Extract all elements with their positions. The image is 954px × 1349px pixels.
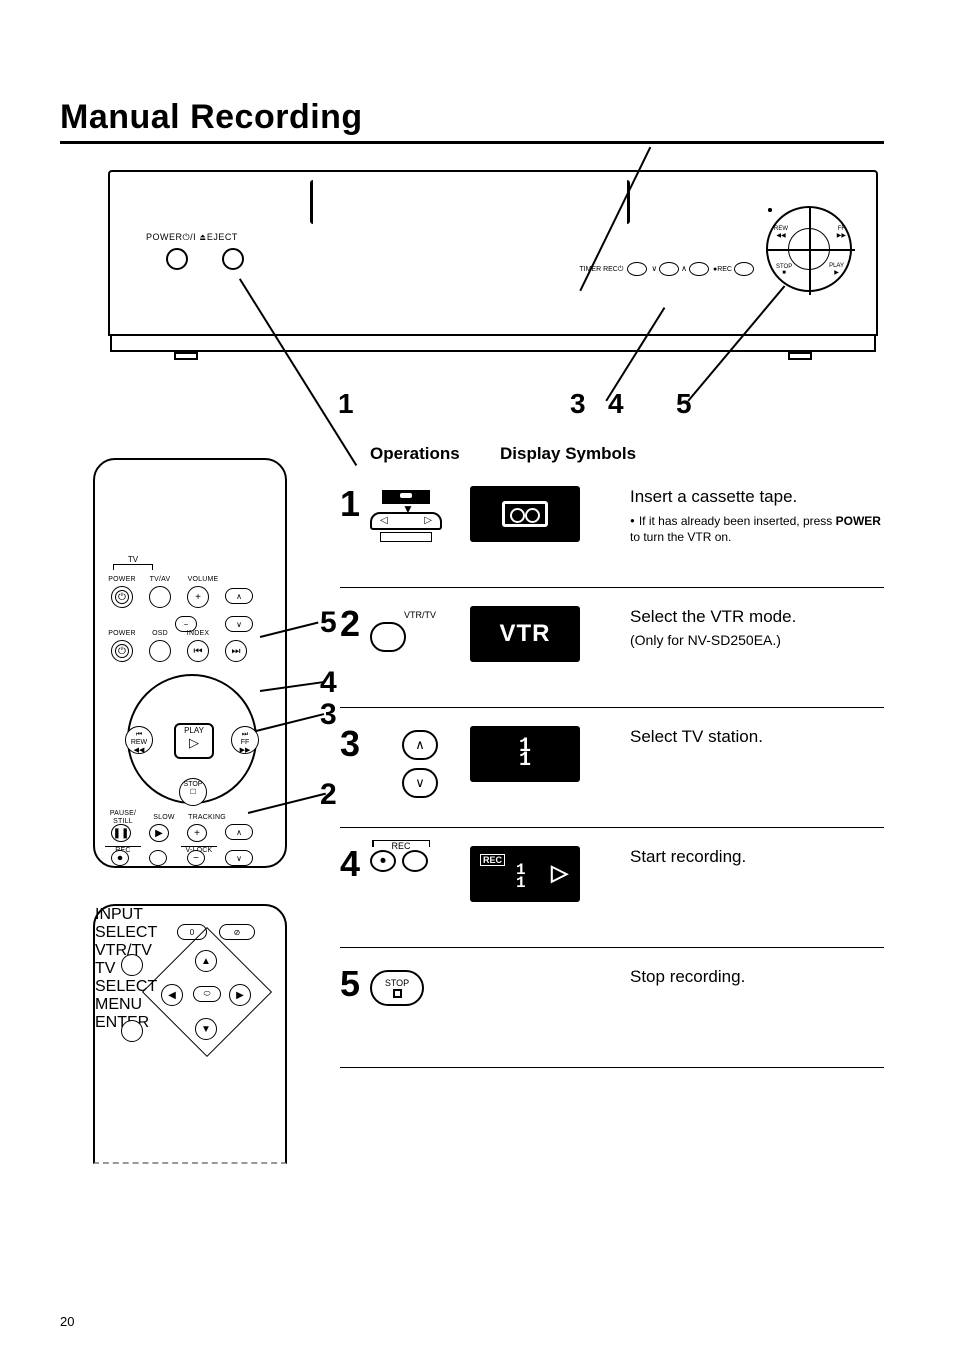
cassette-slot [310, 180, 630, 224]
tvav-button [149, 586, 171, 608]
vol-up-button: + [187, 586, 209, 608]
vcr-diagram: POWER⏻/I ⏏EJECT TIMER REC⏻ ∨∧ ●REC REW◀◀… [60, 170, 884, 430]
rew-button: ⏮REW◀◀ [125, 726, 153, 754]
track-minus-button: − [187, 850, 205, 866]
display-vtr-icon: VTR [470, 606, 580, 662]
callout-5: 5 [676, 388, 692, 420]
vcr-foot [174, 352, 198, 360]
vtrtv-button [121, 954, 143, 976]
power-eject-label: POWER⏻/I ⏏EJECT [146, 232, 238, 243]
nav-down-button: ▼ [195, 1018, 217, 1040]
display-cassette-icon [470, 486, 580, 542]
tv-power-button: ⏻ [111, 586, 133, 608]
transport-label: TIMER REC⏻ ∨∧ ●REC [579, 262, 756, 276]
index-next-button: ⏭ [225, 640, 247, 662]
rec-aux-button [149, 850, 167, 866]
display-rec-icon: REC 11 ▷ [470, 846, 580, 902]
side-callout-2: 2 [320, 778, 337, 812]
track-plus-button: + [187, 824, 207, 842]
jog-dial: REW◀◀ FF▶▶ STOP■ PLAY▶ [766, 206, 852, 292]
step-row-1: 1 ▼ Insert a cassette tape. If it has al… [340, 468, 884, 588]
rec-dot-button: ⏺ [370, 850, 396, 872]
eject-button [222, 248, 244, 270]
slow-button: ▶ [149, 824, 169, 842]
rec-aux-op-button [402, 850, 428, 872]
osd-button [149, 640, 171, 662]
index-prev-button: ⏮ [187, 640, 209, 662]
rec-button: ⏺ [111, 850, 129, 866]
step-row-5: 5 STOP Stop recording. [340, 948, 884, 1068]
side-callout-3: 3 [320, 698, 337, 732]
stop-op-button: STOP [370, 970, 424, 1006]
ch-down-button: ∨ [225, 616, 253, 632]
vcr-tray [110, 334, 876, 352]
nav-up-button: ▲ [195, 950, 217, 972]
pill-up-button: ∧ [225, 824, 253, 840]
table-header: Operations Display Symbols [340, 444, 884, 468]
step1-note: If it has already been inserted, press P… [630, 513, 884, 545]
vcr-foot [788, 352, 812, 360]
nav-right-button: ▶ [229, 984, 251, 1006]
ch-up-op-button: ∧ [402, 730, 438, 760]
step-row-4: 4 REC ⏺ REC 11 ▷ Start recording. [340, 828, 884, 948]
remote-top: TV POWER ⏻ TV/AV VOLUME + ∧ − ∨ POWER ⏻ … [93, 458, 287, 868]
display-channel-icon: 11 [470, 726, 580, 782]
power-button [166, 248, 188, 270]
callout-4: 4 [608, 388, 624, 420]
nav-left-button: ◀ [161, 984, 183, 1006]
page-title: Manual Recording [60, 0, 884, 144]
page-number: 20 [60, 1314, 74, 1329]
callout-3: 3 [570, 388, 586, 420]
side-callout-4: 4 [320, 666, 337, 700]
jog-wheel: PLAY▷ ⏮REW◀◀ ⏭FF▶▶ STOP☐ [127, 674, 257, 804]
callout-1: 1 [338, 388, 354, 420]
pause-button: ❚❚ [111, 824, 131, 842]
play-button: PLAY▷ [174, 723, 214, 759]
ch-up-button: ∧ [225, 588, 253, 604]
ch-down-op-button: ∨ [402, 768, 438, 798]
vtr-power-button: ⏻ [111, 640, 133, 662]
insert-cassette-icon: ▼ [370, 490, 442, 546]
remote-bottom: INPUT SELECT 0 ⊘ VTR/TV ▲ ◀ ⬭ ▶ ▼ TV SEL… [93, 904, 287, 1164]
stop-button-wheel: STOP☐ [179, 778, 207, 806]
step-row-3: 3 ∧∨ 11 Select TV station. [340, 708, 884, 828]
pill-down-button: ∨ [225, 850, 253, 866]
ff-button: ⏭FF▶▶ [231, 726, 259, 754]
tvselect-button [121, 1020, 143, 1042]
step-row-2: 2 VTR/TV VTR Select the VTR mode. (Only … [340, 588, 884, 708]
side-callout-5: 5 [320, 606, 337, 640]
vtrtv-op-button [370, 622, 406, 652]
